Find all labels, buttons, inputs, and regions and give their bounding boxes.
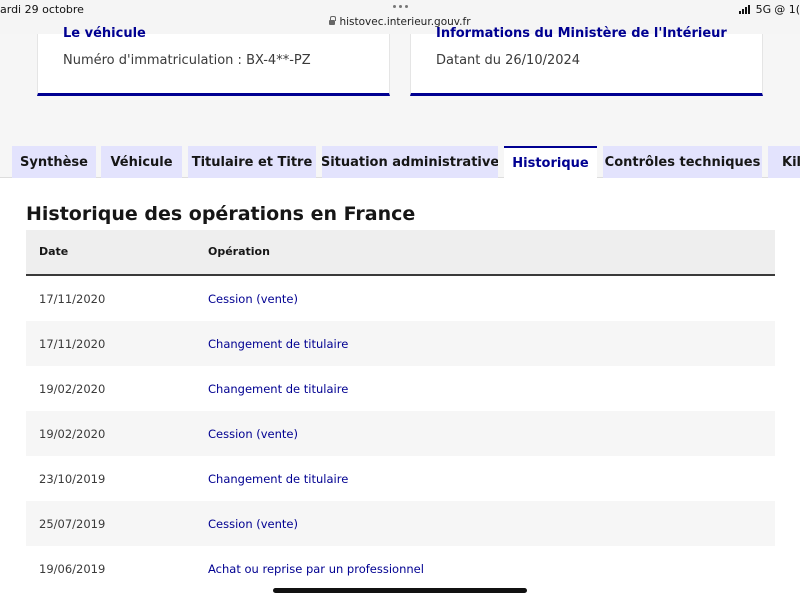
row-operation: Cession (vente) (208, 427, 298, 441)
tab-kilometrage[interactable]: Kilo (768, 146, 800, 178)
tab-bar: Synthèse Véhicule Titulaire et Titre Sit… (0, 146, 800, 179)
row-operation: Changement de titulaire (208, 337, 349, 351)
registration-number: Numéro d'immatriculation : BX-4**-PZ (63, 53, 311, 68)
row-operation: Cession (vente) (208, 292, 298, 306)
tab-controles[interactable]: Contrôles techniques (603, 146, 762, 178)
table-row: 19/02/2020 Cession (vente) (26, 411, 775, 456)
table-row: 17/11/2020 Changement de titulaire (26, 321, 775, 366)
tab-titulaire[interactable]: Titulaire et Titre (188, 146, 316, 178)
status-date: ardi 29 octobre (0, 3, 84, 16)
tab-situation[interactable]: Situation administrative (322, 146, 498, 178)
table-row: 17/11/2020 Cession (vente) (26, 276, 775, 321)
row-operation: Achat ou reprise par un professionnel (208, 562, 424, 576)
row-date: 17/11/2020 (39, 292, 106, 306)
signal-icon (738, 5, 750, 14)
more-dots-icon[interactable] (393, 5, 408, 8)
lock-icon (329, 16, 337, 25)
row-operation: Changement de titulaire (208, 472, 349, 486)
row-date: 19/06/2019 (39, 562, 106, 576)
header-date: Date (39, 245, 69, 258)
status-indicators: 5G @ 1( (738, 3, 800, 16)
table-row: 19/06/2019 Achat ou reprise par un profe… (26, 546, 775, 591)
row-operation: Changement de titulaire (208, 382, 349, 396)
header-operation: Opération (208, 245, 270, 258)
table-row: 25/07/2019 Cession (vente) (26, 501, 775, 546)
ministry-card-title: Informations du Ministère de l'Intérieur (436, 26, 727, 41)
table-row: 23/10/2019 Changement de titulaire (26, 456, 775, 501)
status-right-cut: @ 1( (774, 3, 800, 16)
table-header: Date Opération (26, 230, 775, 276)
tab-historique[interactable]: Historique (504, 146, 597, 179)
history-table: Date Opération 17/11/2020 Cession (vente… (26, 230, 775, 591)
tab-synthese[interactable]: Synthèse (12, 146, 96, 178)
vehicle-card-title: Le véhicule (63, 26, 146, 41)
row-operation: Cession (vente) (208, 517, 298, 531)
data-date: Datant du 26/10/2024 (436, 53, 581, 68)
network-label: 5G (755, 3, 772, 16)
section-title: Historique des opérations en France (26, 203, 416, 225)
vehicle-card: Le véhicule Numéro d'immatriculation : B… (37, 26, 390, 96)
row-date: 25/07/2019 (39, 517, 106, 531)
ministry-card: Informations du Ministère de l'Intérieur… (410, 26, 763, 96)
table-row: 19/02/2020 Changement de titulaire (26, 366, 775, 411)
row-date: 19/02/2020 (39, 427, 106, 441)
row-date: 17/11/2020 (39, 337, 106, 351)
tab-vehicule[interactable]: Véhicule (101, 146, 182, 178)
home-indicator[interactable] (273, 588, 527, 593)
row-date: 19/02/2020 (39, 382, 106, 396)
row-date: 23/10/2019 (39, 472, 106, 486)
